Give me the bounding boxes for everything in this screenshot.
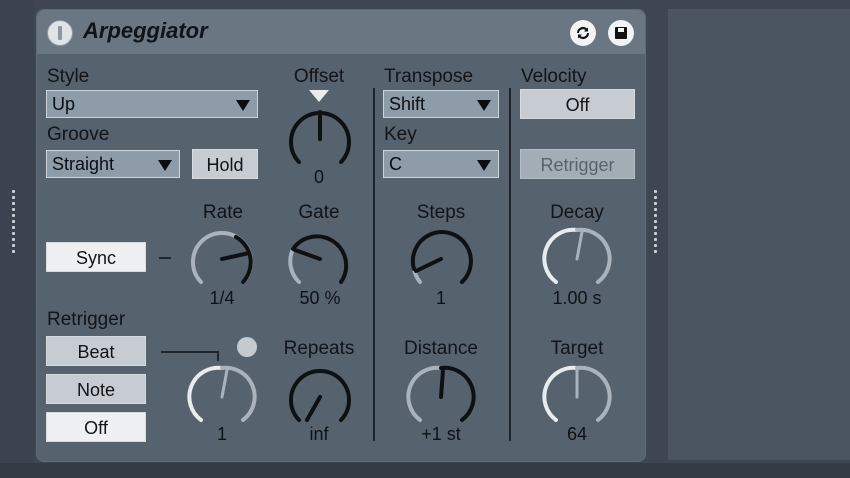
resize-grip-left[interactable]: [12, 190, 16, 256]
retrigger-amount-knob[interactable]: [187, 362, 257, 432]
retrigger-note-button[interactable]: Note: [46, 374, 146, 404]
target-knob[interactable]: [542, 362, 612, 432]
target-value: 64: [566, 424, 588, 444]
gate-value: 50 %: [299, 288, 341, 308]
sync-link-line: [159, 257, 171, 259]
decay-knob[interactable]: [542, 224, 612, 294]
divider: [373, 88, 375, 441]
style-label: Style: [47, 66, 90, 87]
repeats-knob[interactable]: [285, 362, 355, 432]
offset-label: Offset: [293, 66, 345, 87]
steps-knob[interactable]: [406, 224, 476, 294]
left-strip: [0, 0, 34, 478]
groove-value: Straight: [52, 154, 115, 174]
transpose-dropdown[interactable]: Shift: [383, 90, 499, 118]
retrigger-link-line: [161, 351, 219, 353]
style-value: Up: [52, 94, 76, 114]
hot-swap-icon[interactable]: [570, 20, 596, 46]
retrigger-off-button[interactable]: Off: [46, 412, 146, 442]
sync-button[interactable]: Sync: [46, 242, 146, 272]
groove-dropdown[interactable]: Straight: [46, 150, 180, 178]
repeats-label: Repeats: [283, 338, 355, 359]
repeats-value: inf: [309, 424, 329, 444]
target-label: Target: [550, 338, 604, 359]
offset-marker-icon: [309, 90, 329, 102]
velocity-retrigger-button[interactable]: Retrigger: [520, 149, 635, 179]
transpose-value: Shift: [389, 94, 426, 114]
chevron-down-icon: [236, 100, 250, 111]
resize-grip-right[interactable]: [654, 190, 658, 256]
distance-value: +1 st: [421, 424, 461, 444]
distance-label: Distance: [404, 338, 478, 359]
offset-knob[interactable]: [285, 104, 355, 174]
retrigger-indicator-led: [237, 337, 257, 357]
divider: [509, 88, 511, 441]
bottom-bar: [0, 463, 850, 478]
decay-label: Decay: [550, 202, 604, 223]
decay-value: 1.00 s: [552, 288, 602, 308]
key-label: Key: [384, 124, 417, 145]
save-preset-icon[interactable]: [608, 20, 634, 46]
gate-label: Gate: [298, 202, 340, 223]
key-dropdown[interactable]: C: [383, 150, 499, 178]
arpeggiator-device: Arpeggiator Style Up Groove Straight Hol…: [36, 9, 646, 462]
power-icon[interactable]: [47, 20, 73, 46]
transpose-label: Transpose: [384, 66, 474, 87]
style-dropdown[interactable]: Up: [46, 90, 258, 118]
retrigger-beat-button[interactable]: Beat: [46, 336, 146, 366]
rate-label: Rate: [202, 202, 244, 223]
retrigger-label: Retrigger: [47, 309, 126, 330]
rate-knob[interactable]: [187, 224, 257, 294]
offset-value: 0: [313, 167, 324, 187]
distance-knob[interactable]: [406, 362, 476, 432]
steps-label: Steps: [416, 202, 466, 223]
chevron-down-icon: [477, 100, 491, 111]
key-value: C: [389, 154, 402, 174]
device-titlebar: Arpeggiator: [37, 10, 645, 54]
retrigger-link-line: [217, 351, 219, 361]
chevron-down-icon: [158, 160, 172, 171]
next-device-slot: [668, 9, 850, 460]
hold-button[interactable]: Hold: [192, 149, 258, 179]
velocity-label: Velocity: [521, 66, 587, 87]
device-title: Arpeggiator: [83, 18, 208, 43]
gate-knob[interactable]: [285, 224, 355, 294]
chevron-down-icon: [477, 160, 491, 171]
steps-value: 1: [435, 288, 446, 308]
rate-value: 1/4: [209, 288, 235, 308]
velocity-toggle[interactable]: Off: [520, 89, 635, 119]
retrigger-amount-value: 1: [216, 424, 227, 444]
groove-label: Groove: [47, 124, 110, 145]
